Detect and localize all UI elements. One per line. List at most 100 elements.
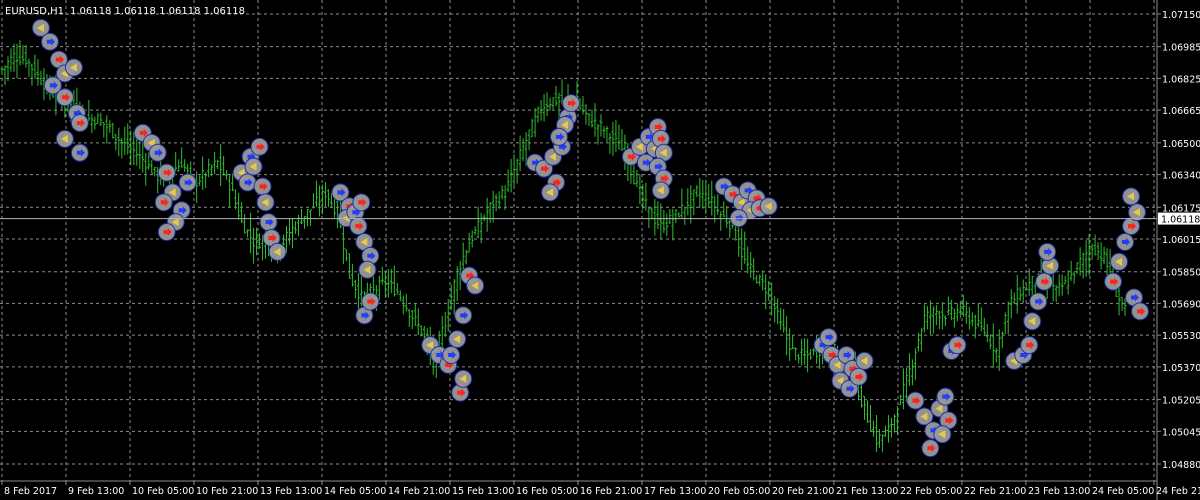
sell-arrow <box>355 224 360 229</box>
x-tick-label: 13 Feb 13:00 <box>260 486 322 497</box>
buy-arrow <box>361 313 366 318</box>
trade-marker <box>759 197 778 216</box>
trade-marker <box>562 94 581 113</box>
x-tick-label: 22 Feb 21:00 <box>964 486 1026 497</box>
trade-marker <box>1131 302 1150 321</box>
y-tick-label: 1.05045 <box>1162 427 1200 438</box>
price-chart-svg[interactable]: 1.07150 1.06985 1.06825 1.06665 1.06500 1.063… <box>0 0 1200 500</box>
buy-arrow <box>532 160 537 165</box>
buy-arrow <box>436 352 441 357</box>
trade-marker <box>55 129 74 148</box>
sell-arrow <box>259 184 264 189</box>
y-tick-label: 1.06500 <box>1162 139 1200 150</box>
sell-arrow <box>954 343 959 348</box>
trade-marker <box>819 328 838 347</box>
buy-arrow <box>642 160 647 165</box>
y-tick-label: 1.07150 <box>1162 10 1200 21</box>
buy-arrow <box>46 39 51 44</box>
trade-marker <box>154 193 173 212</box>
x-tick-label: 16 Feb 21:00 <box>580 486 642 497</box>
buy-arrow <box>367 253 372 258</box>
trade-marker <box>70 143 89 162</box>
sell-arrow <box>654 124 659 129</box>
buy-arrow <box>184 180 189 185</box>
sell-arrow <box>1026 343 1031 348</box>
trade-marker <box>855 351 874 370</box>
trade-marker <box>1104 272 1123 291</box>
sell-arrow <box>828 352 833 357</box>
y-tick-label: 1.06985 <box>1162 43 1200 54</box>
symbol-label: EURUSD,H1 <box>5 6 64 17</box>
trade-marker <box>550 127 569 146</box>
trade-marker <box>1023 312 1042 331</box>
x-tick-label: 20 Feb 21:00 <box>772 486 834 497</box>
trade-marker <box>253 177 272 196</box>
x-tick-label: 23 Feb 13:00 <box>1028 486 1090 497</box>
buy-arrow <box>825 335 830 340</box>
trade-marker <box>454 369 473 388</box>
trade-marker <box>849 367 868 386</box>
trade-marker <box>268 242 287 261</box>
y-tick-label: 1.05370 <box>1162 363 1200 374</box>
x-tick-label: 10 Feb 21:00 <box>196 486 258 497</box>
buy-arrow <box>337 190 342 195</box>
trade-marker <box>1110 252 1129 271</box>
trade-marker <box>1035 272 1054 291</box>
trade-marker <box>921 439 940 458</box>
sell-arrow <box>457 390 462 395</box>
x-tick-label: 8 Feb 2017 <box>4 486 57 497</box>
trade-marker <box>442 345 461 364</box>
x-tick-label: 15 Feb 13:00 <box>452 486 514 497</box>
y-tick-label: 1.05690 <box>1162 299 1200 310</box>
trading-chart[interactable]: 1.07150 1.06985 1.06825 1.06665 1.06500 1.063… <box>0 0 1200 500</box>
sell-arrow <box>729 192 734 197</box>
buy-arrow <box>843 352 848 357</box>
sell-arrow <box>61 95 66 100</box>
x-tick-label: 21 Feb 13:00 <box>836 486 898 497</box>
trade-marker <box>259 213 278 232</box>
sell-arrow <box>1137 309 1142 314</box>
y-tick-label: 1.04880 <box>1162 460 1200 471</box>
buy-arrow <box>1122 239 1127 244</box>
trade-marker <box>55 88 74 107</box>
buy-arrow <box>154 150 159 155</box>
x-tick-label: 14 Feb 21:00 <box>388 486 450 497</box>
buy-arrow <box>654 164 659 169</box>
trade-marker <box>933 425 952 444</box>
sell-arrow <box>541 166 546 171</box>
buy-arrow <box>352 210 357 215</box>
price-axis: 1.07150 1.06985 1.06825 1.06665 1.06500 1.063… <box>1157 10 1200 471</box>
sell-arrow <box>163 170 168 175</box>
buy-arrow <box>76 150 81 155</box>
sell-arrow <box>163 230 168 235</box>
x-tick-label: 17 Feb 13:00 <box>644 486 706 497</box>
y-tick-label: 1.06015 <box>1162 235 1200 246</box>
buy-arrow <box>178 208 183 213</box>
y-tick-label: 1.05530 <box>1162 331 1200 342</box>
sell-arrow <box>268 236 273 241</box>
buy-arrow <box>744 188 749 193</box>
buy-arrow <box>846 386 851 391</box>
buy-arrow <box>244 180 249 185</box>
trade-marker <box>541 183 560 202</box>
x-tick-label: 16 Feb 05:00 <box>516 486 578 497</box>
trade-marker <box>948 336 967 355</box>
sell-arrow <box>55 57 60 62</box>
sell-arrow <box>660 176 665 181</box>
chart-background <box>0 0 1200 500</box>
y-tick-label: 1.05850 <box>1162 268 1200 279</box>
trade-marker <box>70 114 89 133</box>
sell-arrow <box>367 299 372 304</box>
buy-arrow <box>49 83 54 88</box>
sell-arrow <box>76 121 81 126</box>
chart-header: EURUSD,H1 1.06118 1.06118 1.06118 1.06118 <box>5 6 245 17</box>
trade-marker <box>1116 232 1135 251</box>
sell-arrow <box>466 273 471 278</box>
x-tick-label: 24 Feb 21:00 <box>1156 486 1200 497</box>
trade-marker <box>466 276 485 295</box>
x-tick-label: 20 Feb 05:00 <box>708 486 770 497</box>
last-price-label: 1.06118 <box>1161 215 1200 226</box>
trade-marker <box>349 217 368 236</box>
trade-marker <box>238 173 257 192</box>
trade-marker <box>906 391 925 410</box>
